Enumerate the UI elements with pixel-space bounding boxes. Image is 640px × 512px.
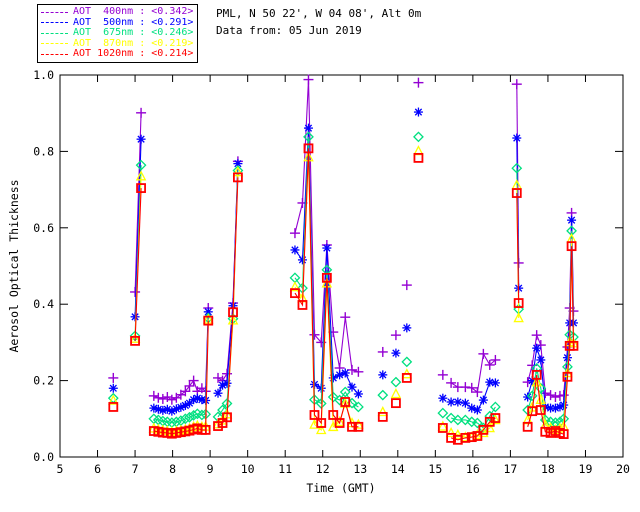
- x-tick-label: 5: [57, 462, 64, 476]
- series-aot-500nm: [108, 107, 578, 416]
- data-series-layer: [107, 74, 579, 445]
- x-tick-label: 20: [616, 462, 630, 476]
- station-info: PML, N 50 22', W 04 08', Alt 0m: [216, 7, 422, 20]
- y-tick-label: 1.0: [33, 68, 54, 82]
- series-aot-675nm: [107, 131, 579, 434]
- series-aot-400nm: [108, 74, 579, 405]
- x-tick-label: 7: [132, 462, 139, 476]
- x-tick-label: 10: [241, 462, 255, 476]
- legend: AOT 400nm : <0.342> AOT 500nm : <0.291> AO…: [37, 4, 199, 63]
- series-aot-1020nm: [108, 143, 579, 445]
- legend-line-sample: [41, 53, 68, 55]
- y-tick-label: 0.8: [33, 144, 54, 158]
- aot-chart: 5 6 7 8 9 10 11 12 13 14 15 16 17 18 19 20 0.0 0.2 0.4 0.6 0…: [7, 68, 630, 495]
- x-axis-label: Time (GMT): [306, 481, 375, 495]
- aot-plot-window: 5 6 7 8 9 10 11 12 13 14 15 16 17 18 19 20 0.0 0.2 0.4 0.6 0…: [0, 0, 640, 512]
- x-tick-label: 19: [579, 462, 593, 476]
- series-aot-870nm: [108, 145, 579, 442]
- legend-line-sample: [41, 11, 68, 13]
- x-tick-label: 9: [207, 462, 214, 476]
- plot-header: PML, N 50 22', W 04 08', Alt 0m Data fro…: [216, 5, 421, 39]
- legend-entry-label: AOT 1020nm : <0.214>: [73, 48, 194, 60]
- x-tick-label: 14: [391, 462, 405, 476]
- legend-entry-label: AOT 870nm : <0.219>: [73, 37, 194, 49]
- x-tick-label: 18: [541, 462, 555, 476]
- y-axis-label: Aerosol Optical Thickness: [7, 179, 21, 352]
- legend-entry-label: AOT 400nm : <0.342>: [73, 6, 194, 18]
- x-tick-label: 6: [94, 462, 101, 476]
- legend-line-sample: [41, 32, 68, 34]
- legend-line-sample: [41, 22, 68, 24]
- legend-entry: AOT 400nm : <0.342>: [41, 7, 193, 18]
- legend-entry: AOT 675nm : <0.246>: [41, 28, 193, 39]
- x-tick-label: 11: [278, 462, 292, 476]
- x-tick-label: 8: [169, 462, 176, 476]
- y-tick-label: 0.0: [33, 450, 54, 464]
- legend-line-sample: [41, 43, 68, 45]
- legend-entry-label: AOT 675nm : <0.246>: [73, 27, 194, 39]
- y-tick-label: 0.6: [33, 221, 54, 235]
- x-tick-label: 15: [428, 462, 442, 476]
- x-tick-label: 17: [503, 462, 517, 476]
- y-tick-label: 0.4: [33, 297, 54, 311]
- data-date: Data from: 05 Jun 2019: [216, 24, 362, 37]
- x-tick-label: 12: [316, 462, 330, 476]
- legend-entry-label: AOT 500nm : <0.291>: [73, 16, 194, 28]
- x-tick-label: 16: [466, 462, 480, 476]
- x-tick-label: 13: [353, 462, 367, 476]
- y-tick-label: 0.2: [33, 374, 54, 388]
- legend-entry: AOT 1020nm : <0.214>: [41, 49, 193, 60]
